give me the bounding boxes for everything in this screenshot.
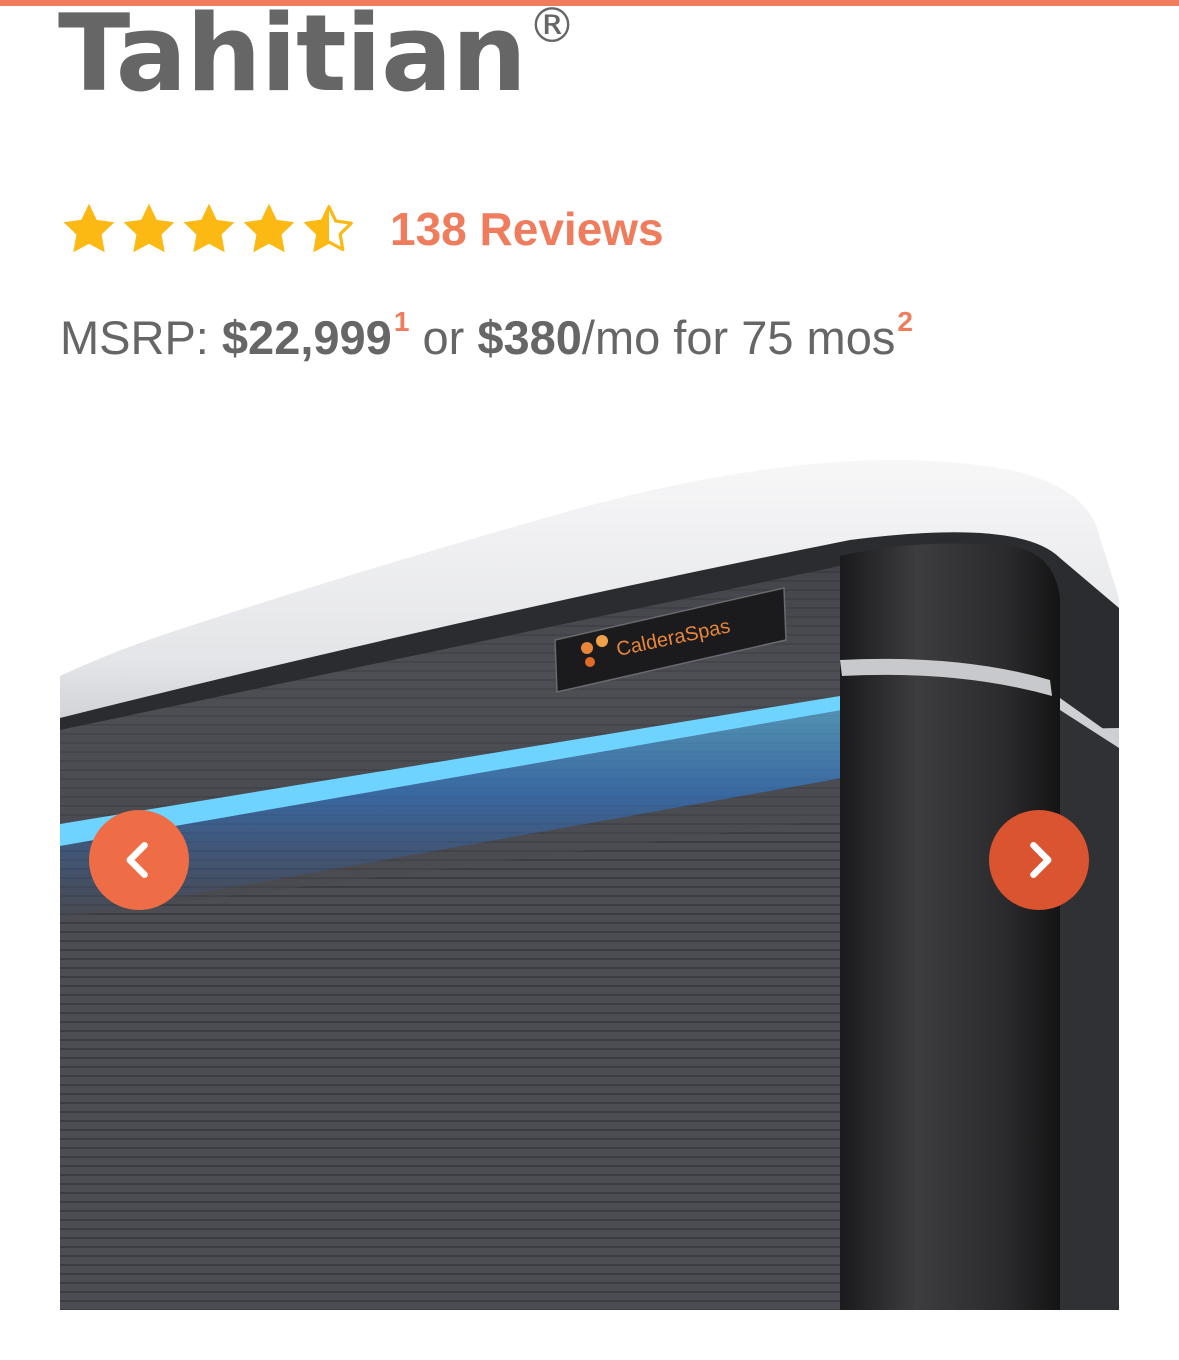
product-name: Tahitian xyxy=(58,0,527,115)
reviews-link[interactable]: 138 Reviews xyxy=(390,202,664,256)
star-full-icon xyxy=(243,203,295,253)
msrp-value: $22,999 xyxy=(221,311,392,364)
rating-row: 138 Reviews xyxy=(60,196,664,262)
msrp-label: MSRP: xyxy=(60,311,222,364)
monthly-terms: /mo for 75 mos xyxy=(581,311,896,364)
carousel-prev-button[interactable] xyxy=(89,810,189,910)
price-connector: or xyxy=(409,311,478,364)
chevron-left-icon xyxy=(126,842,148,878)
star-full-icon xyxy=(123,203,175,253)
star-full-icon xyxy=(63,203,115,253)
star-rating xyxy=(60,200,360,258)
product-image: CalderaSpas xyxy=(60,448,1119,1310)
msrp-footnote-link[interactable]: 1 xyxy=(394,306,410,337)
hot-tub-illustration: CalderaSpas xyxy=(60,459,1119,1310)
trademark-symbol: ® xyxy=(527,0,576,54)
price-line: MSRP: $22,9991 or $380/mo for 75 mos2 xyxy=(60,306,913,365)
chevron-right-icon xyxy=(1030,842,1052,878)
star-full-icon xyxy=(183,203,235,253)
carousel-next-button[interactable] xyxy=(989,810,1089,910)
product-title: Tahitian® xyxy=(58,0,576,115)
star-half-icon xyxy=(303,203,353,253)
monthly-price-value: $380 xyxy=(477,311,582,364)
monthly-footnote-link[interactable]: 2 xyxy=(897,306,913,337)
